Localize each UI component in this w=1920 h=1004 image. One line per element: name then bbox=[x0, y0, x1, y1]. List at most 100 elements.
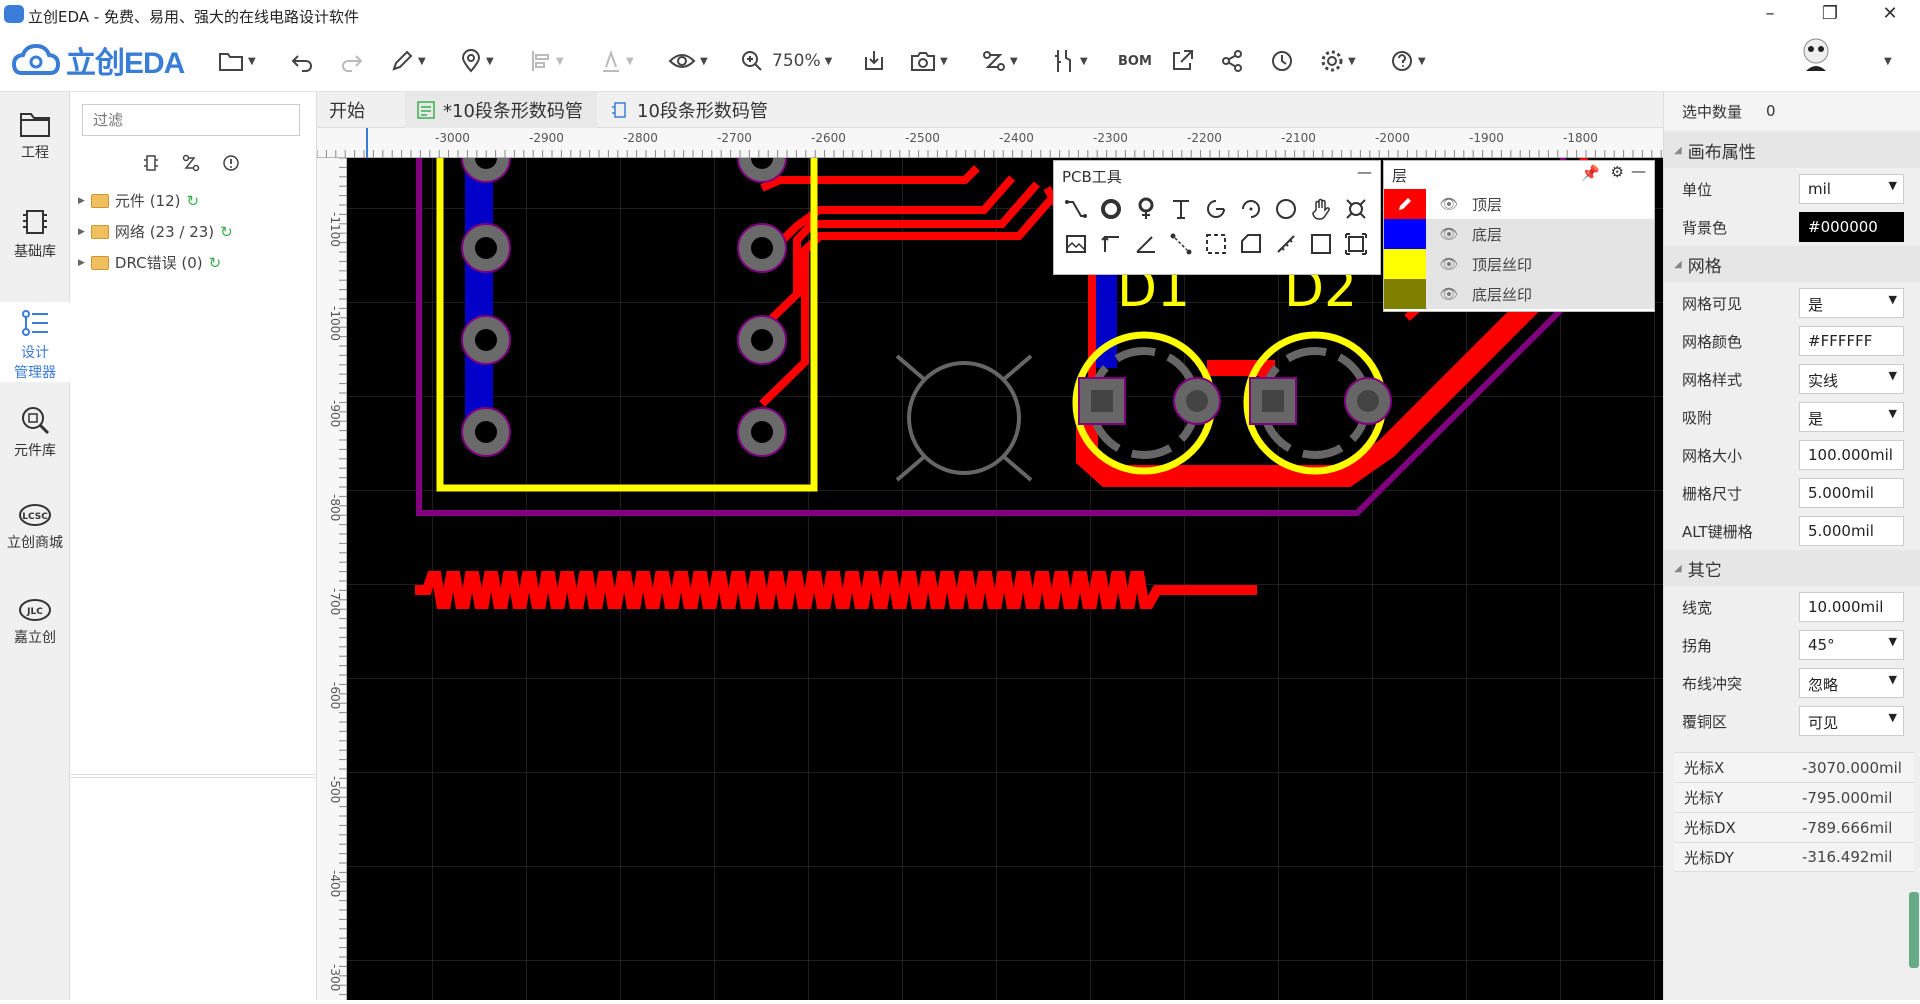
hole-tool-icon[interactable] bbox=[1338, 191, 1373, 226]
user-avatar[interactable] bbox=[1796, 38, 1836, 71]
refresh-icon[interactable]: ↻ bbox=[209, 254, 222, 272]
align-button[interactable]: ▼ bbox=[530, 46, 564, 76]
layer-row-top-silk[interactable]: 👁 顶层丝印 bbox=[1384, 249, 1654, 279]
refresh-icon[interactable]: ↻ bbox=[186, 192, 199, 210]
zoom-button[interactable]: 750% ▼ bbox=[740, 46, 832, 76]
section-other[interactable]: ◢ 其它 bbox=[1664, 550, 1920, 586]
tree-item-drc-errors[interactable]: ▶ DRC错误 (0) ↻ bbox=[78, 252, 221, 273]
view-button[interactable]: ▼ bbox=[668, 46, 708, 76]
user-menu-dropdown[interactable]: ▼ bbox=[1880, 46, 1892, 76]
minimize-panel-icon[interactable]: — bbox=[1357, 163, 1372, 181]
conflict-select[interactable]: 忽略 ▼ bbox=[1799, 668, 1904, 698]
component-filter-icon[interactable] bbox=[142, 154, 160, 172]
pad-tool-icon[interactable] bbox=[1093, 191, 1128, 226]
connect-pad-tool-icon[interactable] bbox=[1163, 226, 1198, 261]
eye-icon[interactable]: 👁 bbox=[1434, 195, 1464, 213]
arc-center-tool-icon[interactable] bbox=[1233, 191, 1268, 226]
import-button[interactable] bbox=[862, 46, 886, 76]
draw-tool-button[interactable]: ▼ bbox=[390, 46, 426, 76]
open-file-button[interactable]: ▼ bbox=[218, 46, 256, 76]
layers-title: 层 bbox=[1392, 167, 1408, 185]
circle-tool-icon[interactable] bbox=[1268, 191, 1303, 226]
track-tool-icon[interactable] bbox=[1058, 191, 1093, 226]
layer-row-bottom[interactable]: 👁 底层 bbox=[1384, 219, 1654, 249]
place-button[interactable]: ▼ bbox=[460, 46, 494, 76]
corner-select[interactable]: 45° ▼ bbox=[1799, 630, 1904, 660]
hand-tool-icon[interactable] bbox=[1303, 191, 1338, 226]
layers-header[interactable]: 层 📌 ⚙ — bbox=[1384, 161, 1654, 189]
undo-button[interactable] bbox=[290, 46, 314, 76]
panel-splitter[interactable] bbox=[70, 774, 317, 778]
eye-icon[interactable]: 👁 bbox=[1434, 285, 1464, 303]
rectangle-tool-icon[interactable] bbox=[1303, 226, 1338, 261]
share-button[interactable] bbox=[1220, 46, 1244, 76]
minimize-panel-icon[interactable]: — bbox=[1631, 162, 1646, 180]
pcb-tools-header[interactable]: PCB工具 — bbox=[1054, 161, 1380, 191]
section-grid[interactable]: ◢ 网格 bbox=[1664, 246, 1920, 282]
redo-button[interactable] bbox=[340, 46, 364, 76]
line-width-input[interactable]: 10.000mil bbox=[1799, 592, 1904, 622]
restore-button[interactable]: ❐ bbox=[1815, 3, 1845, 24]
minimize-button[interactable]: – bbox=[1755, 3, 1785, 24]
close-button[interactable]: ✕ bbox=[1875, 3, 1905, 24]
image-tool-icon[interactable] bbox=[1058, 226, 1093, 261]
copper-area-select[interactable]: 可见 ▼ bbox=[1799, 706, 1904, 736]
arc-tool-icon[interactable] bbox=[1198, 191, 1233, 226]
bom-button[interactable]: BOM bbox=[1118, 46, 1152, 76]
copper-area-tool-icon[interactable] bbox=[1233, 226, 1268, 261]
eye-icon[interactable]: 👁 bbox=[1434, 225, 1464, 243]
nav-project[interactable]: 工程 bbox=[0, 110, 70, 162]
arrange-button[interactable]: ▼ bbox=[600, 46, 634, 76]
expand-arrow-icon[interactable]: ▶ bbox=[78, 227, 85, 237]
text-tool-icon[interactable] bbox=[1163, 191, 1198, 226]
route-button[interactable]: ▼ bbox=[982, 46, 1018, 76]
grid-size-input[interactable]: 100.000mil bbox=[1799, 440, 1904, 470]
tab-start[interactable]: 开始 bbox=[317, 92, 377, 128]
section-canvas-properties[interactable]: ◢ 画布属性 bbox=[1664, 132, 1920, 168]
export-button[interactable] bbox=[1170, 46, 1194, 76]
net-filter-icon[interactable] bbox=[182, 154, 200, 172]
nav-basic-library[interactable]: 基础库 bbox=[0, 207, 70, 261]
grid-color-input[interactable]: #FFFFFF bbox=[1799, 326, 1904, 356]
layer-color-swatch[interactable] bbox=[1384, 219, 1426, 249]
solid-region-tool-icon[interactable] bbox=[1338, 226, 1373, 261]
via-tool-icon[interactable] bbox=[1128, 191, 1163, 226]
region-tool-icon[interactable] bbox=[1198, 226, 1233, 261]
layer-color-swatch[interactable] bbox=[1384, 249, 1426, 279]
nav-jlc[interactable]: JLC 嘉立创 bbox=[0, 597, 70, 647]
unit-select[interactable]: mil ▼ bbox=[1799, 174, 1904, 204]
measure-tool-icon[interactable] bbox=[1268, 226, 1303, 261]
nav-design-manager[interactable]: 设计 管理器 bbox=[0, 302, 70, 382]
expand-arrow-icon[interactable]: ▶ bbox=[78, 258, 85, 268]
expand-arrow-icon[interactable]: ▶ bbox=[78, 196, 85, 206]
help-button[interactable]: ▼ bbox=[1390, 46, 1426, 76]
dimension-tool-icon[interactable] bbox=[1093, 226, 1128, 261]
snapshot-button[interactable]: ▼ bbox=[910, 46, 948, 76]
nav-lcsc-mall[interactable]: LCSC 立创商城 bbox=[0, 502, 70, 552]
alt-snap-input[interactable]: 5.000mil bbox=[1799, 516, 1904, 546]
tree-item-components[interactable]: ▶ 元件 (12) ↻ bbox=[78, 190, 199, 211]
filter-input[interactable] bbox=[82, 104, 300, 136]
layer-row-bottom-silk[interactable]: 👁 底层丝印 bbox=[1384, 279, 1654, 309]
layer-settings-gear-icon[interactable]: ⚙ bbox=[1611, 163, 1624, 181]
grid-style-select[interactable]: 实线 ▼ bbox=[1799, 364, 1904, 394]
grid-visible-select[interactable]: 是 ▼ bbox=[1799, 288, 1904, 318]
tools-button[interactable]: ▼ bbox=[1052, 46, 1088, 76]
pin-icon[interactable]: 📌 bbox=[1581, 164, 1600, 182]
drc-info-icon[interactable] bbox=[222, 154, 240, 172]
layer-row-top[interactable]: 👁 顶层 bbox=[1384, 189, 1654, 219]
angle-tool-icon[interactable] bbox=[1128, 226, 1163, 261]
nav-component-library[interactable]: 元件库 bbox=[0, 404, 70, 460]
resize-handle[interactable] bbox=[1909, 892, 1919, 968]
layer-color-swatch[interactable] bbox=[1384, 279, 1426, 309]
tab-schematic-lib[interactable]: 10段条形数码管 bbox=[599, 92, 780, 128]
refresh-icon[interactable]: ↻ bbox=[220, 223, 233, 241]
eye-icon[interactable]: 👁 bbox=[1434, 255, 1464, 273]
snap-size-input[interactable]: 5.000mil bbox=[1799, 478, 1904, 508]
snap-select[interactable]: 是 ▼ bbox=[1799, 402, 1904, 432]
tab-pcb[interactable]: *10段条形数码管 bbox=[405, 92, 597, 128]
settings-button[interactable]: ▼ bbox=[1320, 46, 1356, 76]
bg-color-input[interactable]: #000000 bbox=[1799, 212, 1904, 242]
tree-item-nets[interactable]: ▶ 网络 (23 / 23) ↻ bbox=[78, 221, 233, 242]
history-button[interactable] bbox=[1270, 46, 1294, 76]
